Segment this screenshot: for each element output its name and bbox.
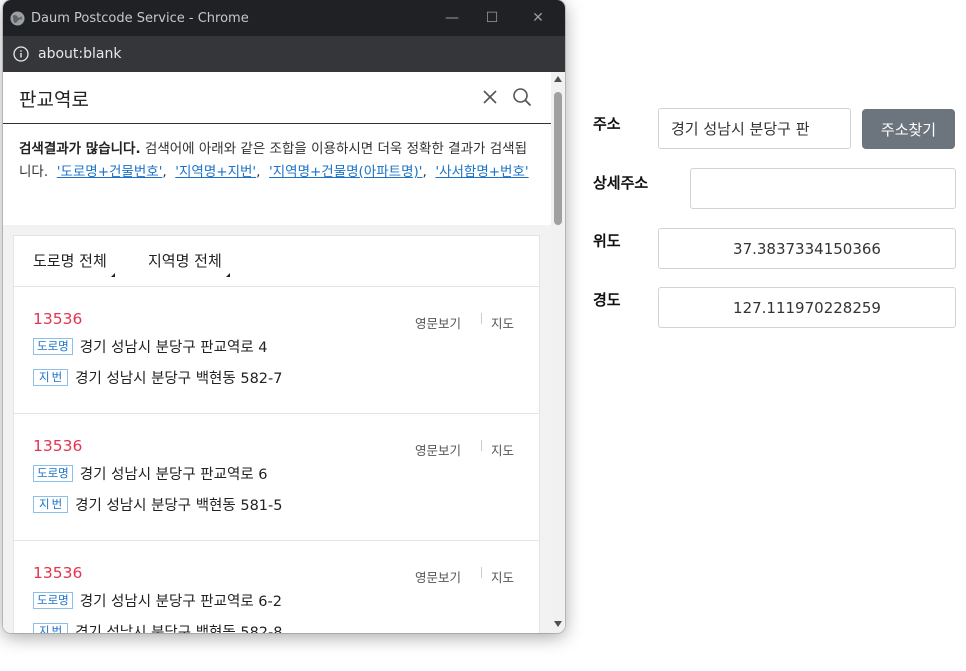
english-view-link[interactable]: 영문보기 <box>415 567 461 586</box>
detail-address-input[interactable] <box>690 168 956 209</box>
jibun-address-text: 경기 성남시 분당구 백현동 581-5 <box>75 498 283 514</box>
jibun-tag: 지번 <box>33 369 69 386</box>
window-title: Daum Postcode Service - Chrome <box>31 10 249 26</box>
scroll-down-icon[interactable] <box>554 621 562 627</box>
road-filter-dropdown[interactable]: 도로명 전체 <box>33 250 115 277</box>
globe-icon <box>10 10 25 26</box>
close-window-button[interactable]: ✕ <box>515 0 561 36</box>
results-list: 도로명 전체 지역명 전체 13536 영문보기 지도 도로명 경기 성남시 분… <box>13 235 540 633</box>
scrollbar[interactable] <box>551 72 565 633</box>
tip-region-building[interactable]: '지역명+건물명(아파트명)' <box>269 164 422 180</box>
region-filter-label: 지역명 전체 <box>148 252 222 270</box>
postcode-popup-window: Daum Postcode Service - Chrome — ☐ ✕ abo… <box>3 0 565 633</box>
address-bar: about:blank <box>3 36 565 72</box>
jibun-address[interactable]: 지번 경기 성남시 분당구 백현동 582-7 <box>33 367 282 388</box>
divider <box>481 567 482 578</box>
search-bar: 판교역로 <box>3 72 551 124</box>
jibun-address[interactable]: 지번 경기 성남시 분당구 백현동 581-5 <box>33 494 282 515</box>
map-link[interactable]: 지도 <box>491 567 514 586</box>
region-filter-dropdown[interactable]: 지역명 전체 <box>148 250 230 277</box>
search-icon[interactable] <box>512 87 532 107</box>
detail-address-label: 상세주소 <box>593 174 649 192</box>
window-titlebar: Daum Postcode Service - Chrome — ☐ ✕ <box>3 0 565 36</box>
road-address[interactable]: 도로명 경기 성남시 분당구 판교역로 6-2 <box>33 590 282 611</box>
find-address-button[interactable]: 주소찾기 <box>862 109 955 149</box>
filter-row: 도로명 전체 지역명 전체 <box>14 236 539 287</box>
zipcode: 13536 <box>33 310 83 328</box>
jibun-address-text: 경기 성남시 분당구 백현동 582-7 <box>75 371 283 387</box>
english-view-link[interactable]: 영문보기 <box>415 313 461 332</box>
search-notice: 검색결과가 많습니다. 검색어에 아래와 같은 조합을 이용하시면 더욱 정확한… <box>19 141 529 180</box>
jibun-address[interactable]: 지번 경기 성남시 분당구 백현동 582-8 <box>33 621 282 633</box>
road-address[interactable]: 도로명 경기 성남시 분당구 판교역로 6 <box>33 463 268 484</box>
popup-content: 판교역로 검색결과가 많습니다. 검색어에 아래와 같은 조합을 이용하시면 더… <box>3 72 551 633</box>
map-link[interactable]: 지도 <box>491 440 514 459</box>
road-tag: 도로명 <box>33 338 73 355</box>
search-input[interactable]: 판교역로 <box>19 85 89 112</box>
longitude-label: 경도 <box>593 291 621 309</box>
list-item: 13536 영문보기 지도 도로명 경기 성남시 분당구 판교역로 6-2 지번… <box>14 541 539 633</box>
latitude-label: 위도 <box>593 232 621 250</box>
road-tag: 도로명 <box>33 592 73 609</box>
map-link[interactable]: 지도 <box>491 313 514 332</box>
zipcode: 13536 <box>33 564 83 582</box>
scroll-thumb[interactable] <box>554 92 562 225</box>
jibun-tag: 지번 <box>33 496 69 513</box>
jibun-address-text: 경기 성남시 분당구 백현동 582-8 <box>75 625 283 633</box>
dropdown-caret-icon <box>110 273 115 277</box>
divider <box>481 440 482 451</box>
clear-icon[interactable] <box>481 88 499 106</box>
jibun-tag: 지번 <box>33 623 69 633</box>
road-tag: 도로명 <box>33 465 73 482</box>
notice-title: 검색결과가 많습니다. <box>19 141 141 157</box>
tip-region-jibun[interactable]: '지역명+지번' <box>175 164 256 180</box>
zipcode: 13536 <box>33 437 83 455</box>
divider <box>481 313 482 324</box>
address-label: 주소 <box>593 115 621 133</box>
road-address-text: 경기 성남시 분당구 판교역로 6 <box>79 467 268 483</box>
latitude-input[interactable]: 37.3837334150366 <box>658 228 956 269</box>
list-item: 13536 영문보기 지도 도로명 경기 성남시 분당구 판교역로 6 지번 경… <box>14 414 539 541</box>
road-filter-label: 도로명 전체 <box>33 252 107 270</box>
dropdown-caret-icon <box>225 273 230 277</box>
maximize-button[interactable]: ☐ <box>469 0 515 36</box>
longitude-input[interactable]: 127.111970228259 <box>658 287 956 328</box>
address-input[interactable]: 경기 성남시 분당구 판 <box>658 108 851 149</box>
page-url: about:blank <box>38 46 122 62</box>
road-address-text: 경기 성남시 분당구 판교역로 4 <box>79 340 268 356</box>
info-icon[interactable] <box>13 46 29 62</box>
scroll-up-icon[interactable] <box>554 76 562 82</box>
list-item: 13536 영문보기 지도 도로명 경기 성남시 분당구 판교역로 4 지번 경… <box>14 287 539 414</box>
tip-road-building[interactable]: '도로명+건물번호' <box>57 164 163 180</box>
english-view-link[interactable]: 영문보기 <box>415 440 461 459</box>
tip-pobox[interactable]: '사서함명+번호' <box>435 164 528 180</box>
road-address[interactable]: 도로명 경기 성남시 분당구 판교역로 4 <box>33 336 268 357</box>
road-address-text: 경기 성남시 분당구 판교역로 6-2 <box>79 594 282 610</box>
